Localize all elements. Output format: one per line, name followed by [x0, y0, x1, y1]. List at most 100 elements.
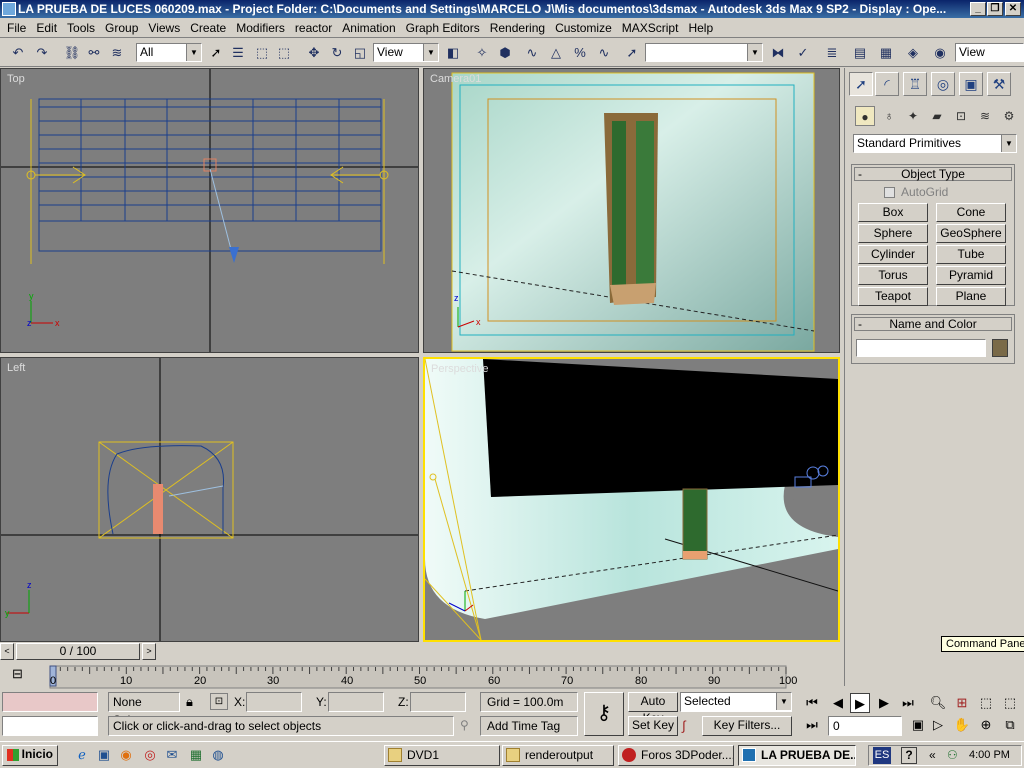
select-and-link-icon[interactable]: ⛓	[62, 43, 82, 63]
previous-frame-icon[interactable]: ◀	[828, 693, 848, 713]
object-type-rollout-title[interactable]: - Object Type	[854, 167, 1012, 181]
create-tab-icon[interactable]: ➚	[849, 72, 873, 96]
arc-rotate-icon[interactable]: ⊕	[976, 715, 996, 735]
snap-toggle-icon[interactable]: ∿	[522, 43, 542, 63]
camera-viewport-label[interactable]: Camera01	[430, 73, 481, 85]
auto-key-button[interactable]: Auto Key	[628, 692, 678, 725]
zoom-icon[interactable]: 🔍︎	[928, 693, 948, 713]
name-color-rollout-title[interactable]: - Name and Color	[854, 317, 1012, 331]
set-key-button[interactable]: Set Key	[628, 716, 678, 736]
menu-create[interactable]: Create	[185, 18, 231, 38]
menu-rendering[interactable]: Rendering	[485, 18, 550, 38]
field-of-view-icon[interactable]: ▷	[928, 715, 948, 735]
object-name-field[interactable]	[856, 339, 986, 357]
layer-manager-icon[interactable]: ≣	[822, 43, 842, 63]
rotate-icon[interactable]: ↻	[327, 43, 347, 63]
window-crossing-icon[interactable]: ⬚	[274, 43, 294, 63]
menu-customize[interactable]: Customize	[550, 18, 617, 38]
utilities-tab-icon[interactable]: ⚒	[987, 72, 1011, 96]
material-editor-icon[interactable]: ◈	[903, 43, 923, 63]
task-3dsmax[interactable]: LA PRUEBA DE...	[738, 745, 856, 766]
maxscript-listener-pink[interactable]	[2, 692, 98, 712]
time-tag-icon[interactable]: ⚲	[460, 718, 469, 732]
task-renderoutput[interactable]: renderoutput	[502, 745, 614, 766]
tray-expand-icon[interactable]: «	[929, 748, 936, 762]
named-selection-dropdown[interactable]: ▼	[645, 43, 763, 62]
menu-graph-editors[interactable]: Graph Editors	[401, 18, 485, 38]
time-slider-prev-button[interactable]: <	[0, 643, 14, 660]
render-setup-icon[interactable]: ◉	[930, 43, 950, 63]
z-coordinate-field[interactable]	[410, 692, 466, 712]
category-dropdown[interactable]: Standard Primitives ▼	[853, 134, 1017, 153]
keyboard-shortcut-icon[interactable]: ⬢	[495, 43, 515, 63]
teapot-button[interactable]: Teapot	[858, 287, 928, 306]
menu-modifiers[interactable]: Modifiers	[231, 18, 290, 38]
pan-icon[interactable]: ✋	[952, 715, 972, 735]
hierarchy-tab-icon[interactable]: ♖	[903, 72, 927, 96]
cameras-icon[interactable]: ▰	[927, 106, 947, 126]
menu-help[interactable]: Help	[683, 18, 718, 38]
pivot-center-icon[interactable]: ◧	[443, 43, 463, 63]
menu-views[interactable]: Views	[143, 18, 185, 38]
task-dvd1[interactable]: DVD1	[384, 745, 500, 766]
time-slider-thumb[interactable]: 0 / 100	[16, 643, 140, 660]
time-slider-next-button[interactable]: >	[142, 643, 156, 660]
zoom-extents-icon[interactable]: ⬚	[976, 693, 996, 713]
pyramid-button[interactable]: Pyramid	[936, 266, 1006, 285]
next-frame-icon[interactable]: ▶	[874, 693, 894, 713]
key-mode-dropdown[interactable]: Selected ▼	[680, 692, 792, 712]
x-coordinate-field[interactable]	[246, 692, 302, 712]
box-button[interactable]: Box	[858, 203, 928, 222]
ie-icon[interactable]: ℯ	[72, 745, 92, 765]
key-mode-toggle-icon[interactable]: ⏭	[802, 715, 822, 735]
menu-maxscript[interactable]: MAXScript	[617, 18, 684, 38]
help-icon[interactable]: ?	[901, 747, 917, 764]
perspective-viewport-label[interactable]: Perspective	[431, 363, 488, 375]
media-player-icon[interactable]: ◍	[208, 745, 228, 765]
tube-button[interactable]: Tube	[936, 245, 1006, 264]
top-viewport[interactable]: y x z Top	[0, 68, 419, 353]
maxscript-listener-white[interactable]	[2, 716, 98, 736]
select-object-icon[interactable]: ➚	[206, 43, 226, 63]
key-filters-button[interactable]: Key Filters...	[702, 716, 792, 736]
mini-curve-editor-icon[interactable]: ⊟	[12, 666, 23, 682]
start-button[interactable]: Inicio	[2, 745, 58, 766]
app-icon[interactable]	[2, 2, 16, 16]
track-bar[interactable]: ⊟ 0 10 20 30 40 50 60 70 80 90 100	[0, 662, 844, 690]
y-coordinate-field[interactable]	[328, 692, 384, 712]
lights-icon[interactable]: ✦	[903, 106, 923, 126]
plane-button[interactable]: Plane	[936, 287, 1006, 306]
absolute-mode-icon[interactable]: ⊡	[210, 693, 228, 710]
language-indicator[interactable]: ES	[873, 747, 891, 764]
angle-snap-icon[interactable]: △	[546, 43, 566, 63]
menu-reactor[interactable]: reactor	[290, 18, 337, 38]
undo-icon[interactable]: ↶	[8, 43, 28, 63]
helpers-icon[interactable]: ⊡	[951, 106, 971, 126]
manipulate-icon[interactable]: ✧	[472, 43, 492, 63]
autogrid-checkbox[interactable]: AutoGrid	[884, 185, 948, 199]
chrome-icon[interactable]: ◎	[140, 745, 160, 765]
align-icon[interactable]: ✓	[793, 43, 813, 63]
perspective-viewport[interactable]: Perspective	[423, 357, 840, 642]
torus-button[interactable]: Torus	[858, 266, 928, 285]
mirror-icon[interactable]: ⧓	[768, 43, 788, 63]
unlink-icon[interactable]: ⚯	[84, 43, 104, 63]
render-type-dropdown[interactable]: View	[955, 43, 1024, 62]
zoom-extents-all-icon[interactable]: ⬚	[1000, 693, 1020, 713]
menu-tools[interactable]: Tools	[62, 18, 100, 38]
go-to-start-icon[interactable]: ⏮	[802, 693, 822, 713]
display-tab-icon[interactable]: ▣	[959, 72, 983, 96]
menu-edit[interactable]: Edit	[31, 18, 62, 38]
edit-named-selection-icon[interactable]: ➚	[622, 43, 642, 63]
excel-icon[interactable]: ▦	[186, 745, 206, 765]
top-viewport-label[interactable]: Top	[7, 73, 25, 85]
minimize-button[interactable]: _	[970, 2, 986, 16]
motion-tab-icon[interactable]: ◎	[931, 72, 955, 96]
left-viewport-label[interactable]: Left	[7, 362, 25, 374]
bind-space-warp-icon[interactable]: ≋	[107, 43, 127, 63]
menu-group[interactable]: Group	[100, 18, 143, 38]
play-icon[interactable]: ▶	[850, 693, 870, 713]
task-foros-3dpoder[interactable]: Foros 3DPoder....	[618, 745, 734, 766]
key-tangent-icon[interactable]: ∫	[682, 718, 686, 733]
move-icon[interactable]: ✥	[304, 43, 324, 63]
